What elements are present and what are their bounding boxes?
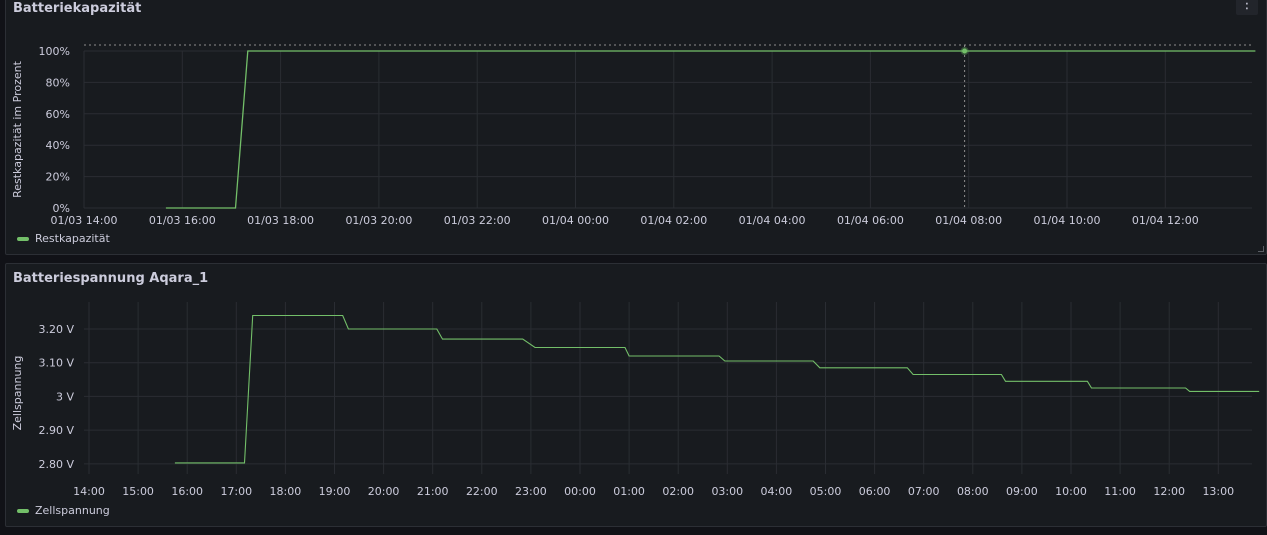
- y-axis-label: Zellspannung: [11, 356, 24, 431]
- x-tick-label: 01/03 22:00: [444, 214, 511, 227]
- hover-point: [962, 48, 968, 54]
- x-tick-label: 01/03 14:00: [51, 214, 118, 227]
- legend[interactable]: Zellspannung: [17, 504, 110, 517]
- x-tick-label: 03:00: [711, 485, 743, 498]
- y-tick-label: 20%: [46, 171, 70, 184]
- x-tick-label: 21:00: [417, 485, 449, 498]
- x-tick-label: 20:00: [368, 485, 400, 498]
- x-tick-label: 17:00: [220, 485, 252, 498]
- x-tick-label: 01/04 02:00: [640, 214, 707, 227]
- x-tick-label: 01/04 00:00: [542, 214, 609, 227]
- battery-voltage-chart[interactable]: 2.80 V 2.90 V 3 V 3.10 V 3.20 V 14:00 15:00 16:…: [6, 264, 1267, 528]
- battery-capacity-panel: Batteriekapazität ⋮ 0% 20% 40% 60% 80% 100% 01…: [5, 0, 1267, 255]
- x-tick-label: 15:00: [122, 485, 154, 498]
- legend[interactable]: Restkapazität: [17, 232, 110, 245]
- x-tick-label: 01:00: [613, 485, 645, 498]
- y-tick-label: 60%: [46, 108, 70, 121]
- x-tick-label: 01/04 04:00: [739, 214, 806, 227]
- x-tick-label: 23:00: [515, 485, 547, 498]
- x-tick-label: 02:00: [662, 485, 694, 498]
- x-tick-label: 14:00: [73, 485, 105, 498]
- x-tick-label: 06:00: [859, 485, 891, 498]
- y-tick-label: 2.80 V: [38, 458, 74, 471]
- x-tick-label: 01/04 06:00: [837, 214, 904, 227]
- x-tick-label: 01/04 10:00: [1034, 214, 1101, 227]
- y-tick-label: 3 V: [56, 390, 74, 403]
- battery-voltage-panel: Batteriespannung Aqara_1 2.80 V 2.90 V3 V…: [5, 263, 1267, 527]
- x-tick-label: 22:00: [466, 485, 498, 498]
- x-tick-label: 19:00: [319, 485, 351, 498]
- x-tick-label: 10:00: [1055, 485, 1087, 498]
- x-tick-label: 09:00: [1006, 485, 1038, 498]
- x-tick-label: 11:00: [1104, 485, 1136, 498]
- y-tick-label: 3.20 V: [38, 323, 74, 336]
- series-line-zellspannung: [174, 314, 1260, 464]
- legend-swatch: [17, 508, 29, 513]
- legend-label: Restkapazität: [35, 232, 110, 245]
- x-tick-label: 12:00: [1153, 485, 1185, 498]
- y-tick-label: 2.90 V: [38, 424, 74, 437]
- x-tick-label: 01/03 20:00: [345, 214, 412, 227]
- legend-swatch: [17, 236, 29, 241]
- y-tick-label: 3.10 V: [38, 357, 74, 370]
- x-tick-label: 13:00: [1202, 485, 1234, 498]
- x-tick-label: 00:00: [564, 485, 596, 498]
- x-tick-label: 01/04 12:00: [1132, 214, 1199, 227]
- x-tick-label: 04:00: [761, 485, 793, 498]
- x-tick-label: 16:00: [171, 485, 203, 498]
- battery-capacity-chart[interactable]: 0%20%40%60%80%100%01/03 14:00 01/03 16:00…: [6, 0, 1267, 256]
- legend-label: Zellspannung: [35, 504, 110, 517]
- x-tick-label: 01/04 08:00: [935, 214, 1002, 227]
- x-tick-label: 07:00: [908, 485, 940, 498]
- x-tick-label: 01/03 18:00: [247, 214, 314, 227]
- x-tick-label: 05:00: [810, 485, 842, 498]
- y-axis-label: Restkapazität im Prozent: [11, 60, 24, 198]
- x-tick-label: 01/03 16:00: [149, 214, 216, 227]
- y-tick-label: 40%: [46, 139, 70, 152]
- x-tick-label: 18:00: [270, 485, 302, 498]
- x-tick-label: 08:00: [957, 485, 989, 498]
- y-tick-label: 80%: [46, 76, 70, 89]
- series-line-restkapazitaet: [165, 50, 1256, 209]
- y-tick-label: 100%: [39, 45, 70, 58]
- resize-handle[interactable]: [1258, 246, 1264, 252]
